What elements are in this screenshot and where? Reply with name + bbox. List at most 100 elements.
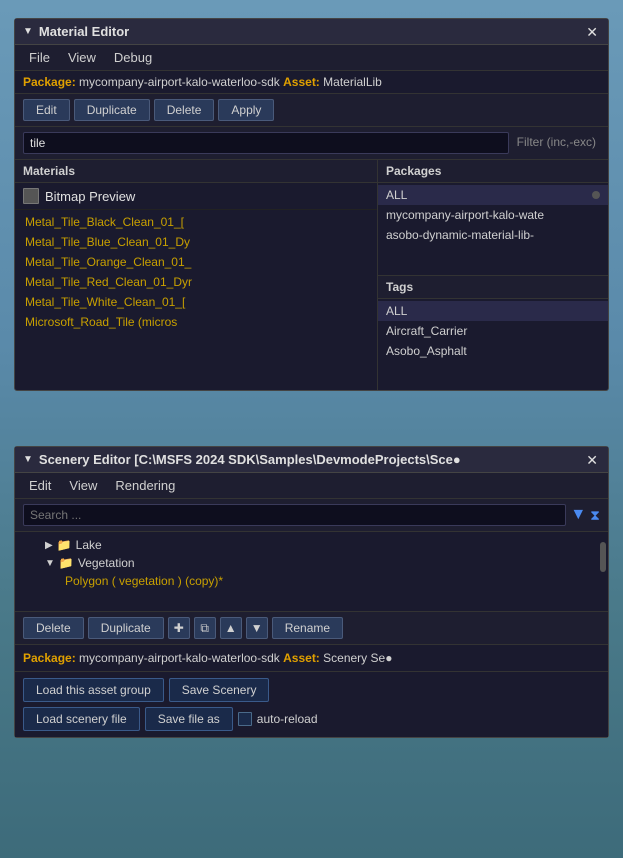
tree-item-lake[interactable]: ▶ 📁 Lake [15,536,608,554]
delete-button[interactable]: Delete [23,617,84,639]
load-asset-group-button[interactable]: Load this asset group [23,678,164,702]
close-icon[interactable]: ✕ [584,453,600,467]
duplicate-button[interactable]: Duplicate [88,617,164,639]
scenery-editor-panel: ▼ Scenery Editor [C:\MSFS 2024 SDK\Sampl… [14,446,609,738]
close-icon[interactable]: ✕ [584,25,600,39]
asset-value: Scenery [323,651,367,665]
tree-item-label: Lake [76,538,102,552]
package-value: mycompany-airport-kalo-waterloo-sdk [79,651,280,665]
menu-file[interactable]: File [21,48,58,67]
filter-row: Filter (inc,-exc) [15,127,608,160]
bitmap-preview-checkbox[interactable] [23,188,39,204]
scenery-editor-title: Scenery Editor [C:\MSFS 2024 SDK\Samples… [39,452,578,467]
material-toolbar: Edit Duplicate Delete Apply [15,94,608,127]
package-item-label: ALL [386,188,407,202]
tree-scrollbar[interactable] [600,542,606,572]
menu-rendering[interactable]: Rendering [107,476,183,495]
filter-input[interactable] [23,132,509,154]
filter-funnel-icon[interactable]: ⧗ [590,507,600,524]
filter-icon[interactable]: ▼ [570,506,586,524]
package-item-label: mycompany-airport-kalo-wate [386,208,544,222]
save-scenery-button[interactable]: Save Scenery [169,678,270,702]
material-editor-menu: File View Debug [15,45,608,71]
tree-item-label: Polygon ( vegetation ) (copy)* [65,574,223,588]
auto-reload-checkbox[interactable] [238,712,252,726]
rename-button[interactable]: Rename [272,617,343,639]
add-icon-button[interactable]: ✚ [168,617,190,639]
asset-label: Asset: [283,75,320,89]
package-label: Package: [23,651,76,665]
tags-list: ALL Aircraft_Carrier Asobo_Asphalt [378,299,608,391]
list-item[interactable]: Metal_Tile_Red_Clean_01_Dyr [15,272,377,292]
material-package-bar: Package: mycompany-airport-kalo-waterloo… [15,71,608,94]
tree-item-vegetation[interactable]: ▼ 📁 Vegetation [15,554,608,572]
menu-debug[interactable]: Debug [106,48,160,67]
folder-icon: 📁 [59,556,74,570]
delete-button[interactable]: Delete [154,99,215,121]
material-editor-titlebar[interactable]: ▼ Material Editor ✕ [15,19,608,45]
bitmap-preview-label: Bitmap Preview [45,189,135,204]
list-item[interactable]: Microsoft_Road_Tile (micros [15,312,377,332]
packages-column: Packages ALL mycompany-airport-kalo-wate… [378,160,608,390]
tree-item-label: Vegetation [78,556,135,570]
list-item[interactable]: ALL [378,185,608,205]
up-icon-button[interactable]: ▲ [220,617,242,639]
edit-button[interactable]: Edit [23,99,70,121]
list-item[interactable]: Metal_Tile_Black_Clean_01_[ [15,212,377,232]
tree-item-polygon[interactable]: Polygon ( vegetation ) (copy)* [15,572,608,590]
tree-expand-icon: ▶ [45,540,53,551]
asset-value: MaterialLib [323,75,382,89]
asset-label: Asset: [283,651,320,665]
down-icon-button[interactable]: ▼ [246,617,268,639]
materials-column: Materials Bitmap Preview Metal_Tile_Blac… [15,160,378,390]
apply-button[interactable]: Apply [218,99,274,121]
package-label: Package: [23,75,76,89]
menu-edit[interactable]: Edit [21,476,59,495]
list-item[interactable]: Metal_Tile_White_Clean_01_[ [15,292,377,312]
action-row-2: Load scenery file Save file as auto-relo… [23,707,600,731]
list-item[interactable]: Asobo_Asphalt [378,341,608,361]
list-item[interactable]: Aircraft_Carrier [378,321,608,341]
filter-label: Filter (inc,-exc) [513,132,600,154]
action-row-1: Load this asset group Save Scenery [23,678,600,702]
packages-header: Packages [378,160,608,183]
tag-item-label: Asobo_Asphalt [386,344,467,358]
tree-expand-icon: ▼ [45,558,55,569]
folder-icon: 📁 [57,538,72,552]
tag-item-label: Aircraft_Carrier [386,324,467,338]
menu-view[interactable]: View [61,476,105,495]
bitmap-preview-row: Bitmap Preview [15,183,377,210]
scene-tree: ▶ 📁 Lake ▼ 📁 Vegetation Polygon ( vegeta… [15,532,608,612]
load-scenery-file-button[interactable]: Load scenery file [23,707,140,731]
scenery-editor-menu: Edit View Rendering [15,473,608,499]
search-input[interactable] [23,504,566,526]
scenery-editor-titlebar[interactable]: ▼ Scenery Editor [C:\MSFS 2024 SDK\Sampl… [15,447,608,473]
materials-header: Materials [15,160,377,183]
list-item[interactable]: mycompany-airport-kalo-wate [378,205,608,225]
list-item[interactable]: asobo-dynamic-material-lib- [378,225,608,245]
material-list: Metal_Tile_Black_Clean_01_[ Metal_Tile_B… [15,210,377,390]
tag-item-label: ALL [386,304,407,318]
asset-extra: Se● [371,651,393,665]
duplicate-button[interactable]: Duplicate [74,99,150,121]
material-editor-title: Material Editor [39,24,578,39]
list-item[interactable]: Metal_Tile_Blue_Clean_01_Dy [15,232,377,252]
menu-view[interactable]: View [60,48,104,67]
package-item-label: asobo-dynamic-material-lib- [386,228,534,242]
tags-header: Tags [378,275,608,299]
two-col-area: Materials Bitmap Preview Metal_Tile_Blac… [15,160,608,390]
material-editor-panel: ▼ Material Editor ✕ File View Debug Pack… [14,18,609,391]
save-file-as-button[interactable]: Save file as [145,707,233,731]
search-row: ▼ ⧗ [15,499,608,532]
copy-icon-button[interactable]: ⧉ [194,617,216,639]
collapse-arrow-icon: ▼ [23,26,33,37]
list-item[interactable]: Metal_Tile_Orange_Clean_01_ [15,252,377,272]
package-list: ALL mycompany-airport-kalo-wate asobo-dy… [378,183,608,275]
bottom-actions: Load this asset group Save Scenery Load … [15,672,608,737]
list-item[interactable]: ALL [378,301,608,321]
collapse-arrow-icon: ▼ [23,454,33,465]
auto-reload-label: auto-reload [257,712,318,726]
scroll-indicator [592,191,600,199]
scenery-toolbar: Delete Duplicate ✚ ⧉ ▲ ▼ Rename [15,612,608,645]
package-value: mycompany-airport-kalo-waterloo-sdk [79,75,280,89]
